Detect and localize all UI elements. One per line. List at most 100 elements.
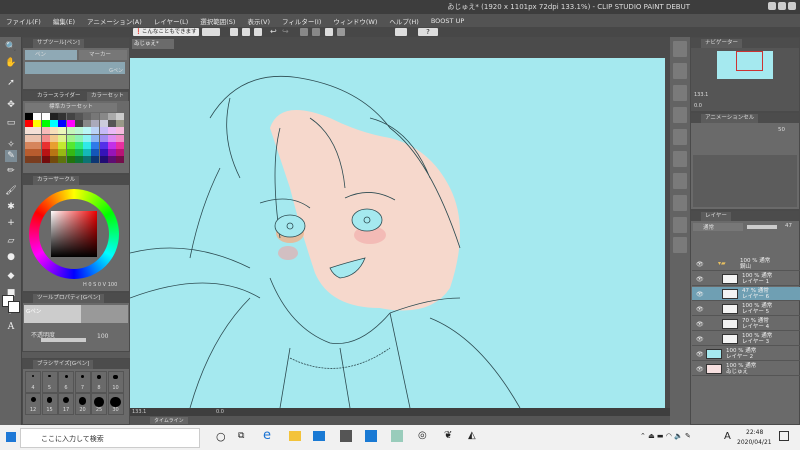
- color-swatch[interactable]: [66, 113, 75, 120]
- history-icon[interactable]: [673, 151, 687, 167]
- open-file-icon[interactable]: [242, 28, 250, 36]
- image-material-icon[interactable]: [673, 173, 687, 189]
- app-icon-3[interactable]: ◭: [468, 430, 476, 441]
- brush-size-option[interactable]: 5: [41, 371, 58, 393]
- windows-start-icon[interactable]: [6, 432, 16, 442]
- menu-item[interactable]: ウィンドウ(W): [333, 16, 377, 26]
- color-swatch[interactable]: [25, 149, 33, 156]
- brush-gpen[interactable]: Gペン: [25, 62, 125, 74]
- selection-icon[interactable]: ▭: [5, 117, 17, 129]
- color-swatch[interactable]: [58, 120, 67, 128]
- zoom-tool-icon[interactable]: 🔍: [5, 41, 17, 53]
- color-swatch[interactable]: [99, 149, 108, 156]
- color-swatch[interactable]: [91, 149, 100, 156]
- figure-material-icon[interactable]: [673, 237, 687, 253]
- saturation-value-square[interactable]: [51, 211, 97, 257]
- blend-mode-select[interactable]: 通常: [693, 223, 743, 231]
- explorer-icon[interactable]: [289, 431, 301, 441]
- layer-property-icon[interactable]: [673, 63, 687, 79]
- color-swatch[interactable]: [66, 127, 75, 135]
- maximize-button[interactable]: [778, 2, 786, 10]
- color-swatch[interactable]: [33, 141, 42, 149]
- menu-item[interactable]: BOOST UP: [431, 17, 464, 25]
- brush-size-option[interactable]: 7: [74, 371, 91, 393]
- tips-button[interactable]: ❗こんなこともできます: [133, 28, 199, 36]
- color-swatch[interactable]: [41, 134, 50, 142]
- clip-studio-icon[interactable]: [202, 28, 220, 36]
- minimize-button[interactable]: [768, 2, 776, 10]
- clip-studio-paint-icon[interactable]: ◎: [418, 430, 427, 441]
- color-swatch[interactable]: [58, 113, 67, 120]
- color-swatch[interactable]: [33, 134, 42, 142]
- menu-item[interactable]: フィルター(I): [282, 16, 321, 26]
- color-swatch[interactable]: [25, 134, 33, 142]
- layer-opacity-slider[interactable]: [747, 225, 777, 229]
- color-swatch[interactable]: [116, 149, 125, 156]
- color-swatch[interactable]: [108, 120, 116, 128]
- timeline-tab[interactable]: タイムライン: [150, 417, 188, 424]
- menu-item[interactable]: 表示(V): [247, 16, 270, 26]
- tray-icons[interactable]: ⌃ ⏏ ▬ ◠ 🔈 ✎: [640, 432, 691, 440]
- color-swatch[interactable]: [33, 120, 42, 128]
- app-icon-2[interactable]: [365, 430, 377, 442]
- color-set-select[interactable]: 標準カラーセット: [25, 103, 117, 112]
- visibility-eye-icon[interactable]: 👁: [696, 366, 704, 373]
- visibility-eye-icon[interactable]: 👁: [696, 336, 704, 343]
- brush-size-option[interactable]: 17: [58, 393, 74, 415]
- layer-row[interactable]: 👁 70 % 通常 レイヤー 4: [692, 317, 800, 331]
- navigator-preview[interactable]: [717, 51, 773, 79]
- brush-size-option[interactable]: 6: [58, 371, 74, 393]
- color-swatch[interactable]: [58, 134, 67, 142]
- color-swatch[interactable]: [49, 149, 58, 156]
- opacity-slider[interactable]: [41, 338, 86, 342]
- color-swatch[interactable]: [49, 113, 58, 120]
- color-swatch[interactable]: [74, 120, 83, 128]
- clip-studio-paint-open-icon[interactable]: ❦: [444, 430, 452, 441]
- clear-icon[interactable]: [300, 28, 308, 36]
- color-swatch[interactable]: [116, 120, 125, 128]
- layer-row[interactable]: 👁 100 % 通常 レイヤー 1: [692, 272, 800, 286]
- redo-icon[interactable]: ↪: [282, 28, 290, 36]
- new-file-icon[interactable]: [230, 28, 238, 36]
- clock-date[interactable]: 2020/04/21: [737, 439, 772, 446]
- color-swatch[interactable]: [74, 127, 83, 135]
- visibility-eye-icon[interactable]: 👁: [696, 306, 704, 313]
- color-swatch[interactable]: [99, 141, 108, 149]
- pencil-tool-icon[interactable]: ✏: [5, 165, 17, 177]
- color-swatch[interactable]: [91, 127, 100, 135]
- color-swatch[interactable]: [66, 156, 75, 164]
- color-swatch[interactable]: [49, 141, 58, 149]
- color-swatch[interactable]: [116, 127, 125, 135]
- brush-material-icon[interactable]: [673, 195, 687, 211]
- pen-tool-icon[interactable]: ✎: [5, 150, 17, 162]
- color-swatch[interactable]: [83, 149, 92, 156]
- color-swatch[interactable]: [91, 120, 100, 128]
- layer-search-icon[interactable]: [673, 85, 687, 101]
- undo-icon[interactable]: ↩: [270, 28, 278, 36]
- document-tab[interactable]: ゐじゅえ*: [132, 39, 174, 49]
- color-swatch[interactable]: [108, 141, 116, 149]
- color-swatch[interactable]: [99, 134, 108, 142]
- blend-icon[interactable]: ●: [5, 251, 17, 263]
- move-layer-icon[interactable]: ✥: [5, 99, 17, 111]
- ime-indicator[interactable]: A: [724, 431, 731, 442]
- color-swatch[interactable]: [33, 127, 42, 135]
- color-swatch[interactable]: [83, 134, 92, 142]
- color-swatch[interactable]: [116, 156, 125, 164]
- folder-icon[interactable]: [673, 217, 687, 233]
- color-swatch[interactable]: [74, 141, 83, 149]
- color-swatch[interactable]: [83, 120, 92, 128]
- brush-tool-icon[interactable]: 🖌: [5, 185, 17, 197]
- color-swatch[interactable]: [108, 134, 116, 142]
- angle-readout[interactable]: 0.0: [216, 409, 224, 415]
- tab-pen[interactable]: ペン: [25, 50, 77, 60]
- brush-size-option[interactable]: 15: [41, 393, 58, 415]
- color-swatch[interactable]: [83, 113, 92, 120]
- zoom-readout[interactable]: 133.1: [132, 409, 146, 415]
- menu-item[interactable]: アニメーション(A): [87, 16, 142, 26]
- color-swatch[interactable]: [74, 156, 83, 164]
- color-swatch[interactable]: [66, 120, 75, 128]
- fill-tool-icon[interactable]: ◆: [5, 270, 17, 282]
- layer-row[interactable]: 👁 100 % 通常 レイヤー 2: [692, 347, 800, 361]
- color-swatch[interactable]: [25, 113, 33, 120]
